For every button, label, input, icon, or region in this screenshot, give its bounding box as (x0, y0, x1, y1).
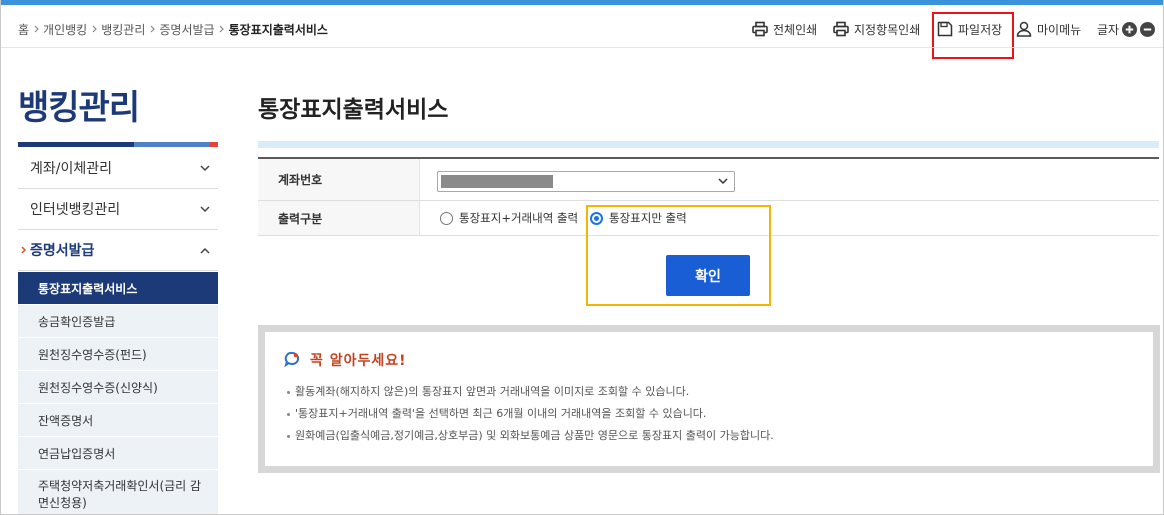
notice-box: 꼭 알아두세요! 활동계좌(해지하지 않은)의 통장표지 앞면과 거래내역을 이… (258, 325, 1160, 473)
sidebar-title: 뱅킹관리 (18, 88, 140, 128)
minus-circle-icon[interactable] (1140, 21, 1156, 37)
plus-circle-icon[interactable] (1122, 21, 1138, 37)
notice-title: 꼭 알아두세요! (310, 353, 407, 369)
output-type-cell: 통장표지+거래내역 출력 통장표지만 출력 (420, 201, 1159, 235)
person-icon (1016, 21, 1032, 37)
submenu-item-balance-cert[interactable]: 잔액증명서 (18, 404, 218, 437)
notice-item: 활동계좌(해지하지 않은)의 통장표지 앞면과 거래내역을 이미지로 조회할 수… (287, 381, 774, 403)
print-selected-button[interactable]: 지정항목인쇄 (833, 19, 920, 39)
confirm-button[interactable]: 확인 (666, 255, 750, 296)
chevron-down-icon (200, 165, 210, 172)
printer-icon (833, 21, 849, 37)
breadcrumb-item[interactable]: 뱅킹관리 (101, 21, 145, 38)
radio-cover-only[interactable] (590, 211, 603, 225)
form-row-output: 출력구분 통장표지+거래내역 출력 통장표지만 출력 (258, 201, 1159, 236)
submenu-item-withholding-new[interactable]: 원천징수영수증(신양식) (18, 371, 218, 404)
chevron-right-icon (215, 25, 229, 33)
radio-label: 통장표지+거래내역 출력 (459, 211, 579, 225)
save-icon (937, 21, 953, 37)
submenu-item-housing-savings[interactable]: 주택청약저축거래확인서(금리 감면신청용) (18, 470, 218, 515)
print-selected-label: 지정항목인쇄 (854, 22, 921, 37)
submenu-item-remittance-cert[interactable]: 송금확인증발급 (18, 305, 218, 338)
submenu-item-pension-cert[interactable]: 연금납입증명서 (18, 437, 218, 470)
my-menu-label: 마이메뉴 (1037, 22, 1082, 37)
font-size-label: 글자 (1097, 22, 1120, 37)
notice-item: '통장표지+거래내역 출력'을 선택하면 최근 6개월 이내의 거래내역을 조회… (287, 403, 774, 425)
top-accent-bar (0, 0, 1164, 5)
sidebar-item-label: 인터넷뱅킹관리 (30, 202, 121, 218)
chevron-down-icon (200, 206, 210, 213)
sidebar-item-account-transfer[interactable]: 계좌/이체관리 (18, 148, 218, 189)
printer-icon (752, 21, 768, 37)
sidebar-menu: 계좌/이체관리 인터넷뱅킹관리 증명서발급 (18, 148, 218, 271)
output-option-cover-and-transactions[interactable]: 통장표지+거래내역 출력 (440, 201, 578, 235)
chevron-up-icon (200, 247, 210, 254)
notice-item: 원화예금(입출식예금,정기예금,상호부금) 및 외화보통예금 상품만 영문으로 … (287, 425, 774, 447)
active-arrow-icon (21, 246, 26, 254)
print-all-label: 전체인쇄 (773, 22, 818, 37)
sidebar-item-label: 계좌/이체관리 (30, 161, 112, 177)
sidebar-item-internet-banking[interactable]: 인터넷뱅킹관리 (18, 189, 218, 230)
chevron-right-icon (145, 25, 159, 33)
account-label: 계좌번호 (258, 159, 420, 200)
output-type-label: 출력구분 (258, 201, 420, 235)
chevron-right-icon (87, 25, 101, 33)
file-save-label: 파일저장 (958, 22, 1003, 37)
submenu-item-passbook-cover[interactable]: 통장표지출력서비스 (18, 272, 218, 305)
notice-list: 활동계좌(해지하지 않은)의 통장표지 앞면과 거래내역을 이미지로 조회할 수… (287, 381, 774, 447)
font-size-control: 글자 (1097, 19, 1156, 39)
notice-icon (284, 351, 300, 367)
masked-account-value (441, 175, 553, 188)
breadcrumb-home[interactable]: 홈 (18, 21, 29, 38)
sidebar-item-label: 증명서발급 (30, 243, 95, 259)
breadcrumb-current: 통장표지출력서비스 (228, 22, 328, 37)
sidebar-item-certificates[interactable]: 증명서발급 (18, 230, 218, 271)
breadcrumb-item[interactable]: 개인뱅킹 (43, 21, 87, 38)
chevron-right-icon (29, 25, 43, 33)
print-all-button[interactable]: 전체인쇄 (752, 19, 817, 39)
sidebar-title-underline (18, 142, 218, 147)
chevron-down-icon (718, 178, 728, 185)
submenu-item-withholding-fund[interactable]: 원천징수영수증(펀드) (18, 338, 218, 371)
account-value-cell (420, 159, 1159, 200)
output-option-cover-only[interactable]: 통장표지만 출력 (590, 201, 687, 235)
radio-cover-and-transactions[interactable] (440, 211, 453, 225)
account-select[interactable] (437, 171, 735, 192)
breadcrumb-item[interactable]: 증명서발급 (159, 21, 214, 38)
file-save-button[interactable]: 파일저장 (937, 19, 1002, 39)
page-title: 통장표지출력서비스 (258, 97, 449, 123)
header-divider (0, 47, 1164, 48)
radio-label: 통장표지만 출력 (609, 211, 687, 225)
form-row-account: 계좌번호 (258, 159, 1159, 201)
breadcrumb: 홈 개인뱅킹 뱅킹관리 증명서발급 통장표지출력서비스 (18, 20, 328, 38)
passbook-form: 계좌번호 출력구분 통장표지+거래내역 출력 통장표지만 출력 (258, 157, 1159, 236)
sidebar-submenu: 통장표지출력서비스 송금확인증발급 원천징수영수증(펀드) 원천징수영수증(신양… (18, 272, 218, 515)
my-menu-button[interactable]: 마이메뉴 (1016, 19, 1081, 39)
title-underline (258, 141, 1159, 148)
